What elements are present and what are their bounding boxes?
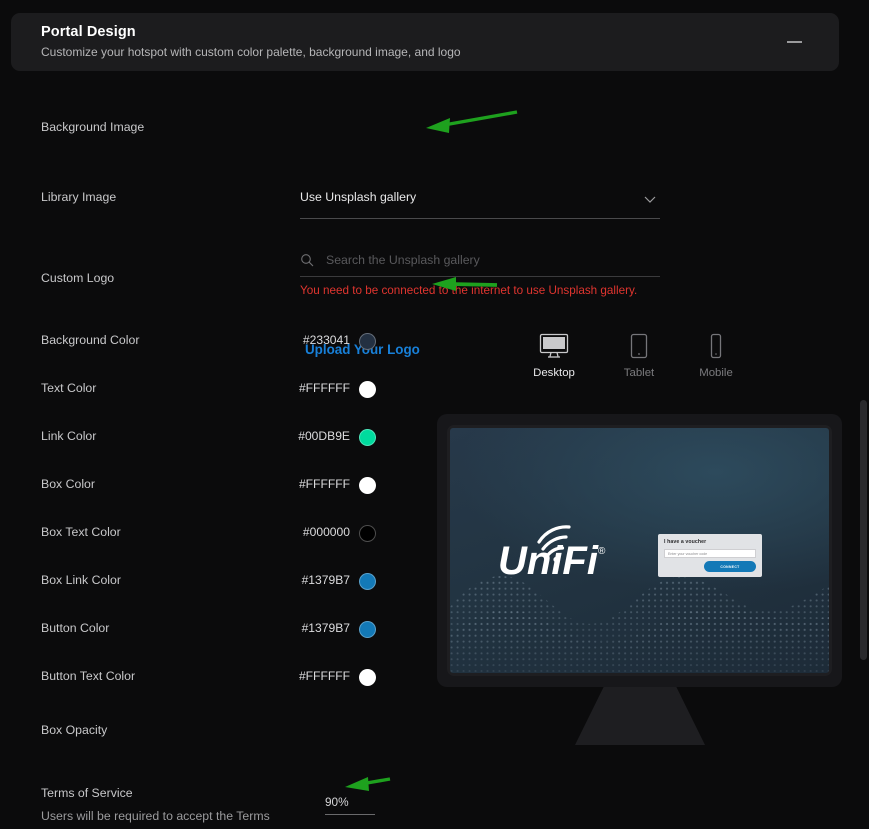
- device-tab-mobile-label: Mobile: [699, 367, 733, 379]
- label-link-color: Link Color: [41, 429, 97, 443]
- color-swatch-button-text-color[interactable]: [359, 669, 376, 686]
- unsplash-search-input[interactable]: Search the Unsplash gallery: [300, 251, 660, 277]
- color-field-background-color: #233041: [300, 333, 376, 353]
- color-swatch-button-color[interactable]: [359, 621, 376, 638]
- unsplash-search-placeholder: Search the Unsplash gallery: [326, 253, 480, 267]
- scrollbar-thumb[interactable]: [860, 400, 867, 660]
- background-image-select[interactable]: Use Unsplash gallery: [300, 189, 660, 219]
- color-field-box-color: #FFFFFF: [298, 477, 376, 497]
- page-subtitle: Customize your hotspot with custom color…: [41, 45, 461, 59]
- unsplash-error-message: You need to be connected to the internet…: [300, 284, 638, 297]
- color-swatch-box-color[interactable]: [359, 477, 376, 494]
- desktop-icon: [520, 330, 588, 362]
- label-box-text-color: Box Text Color: [41, 525, 121, 539]
- color-swatch-box-link-color[interactable]: [359, 573, 376, 590]
- color-hex-text-color: #FFFFFF: [298, 381, 350, 395]
- color-field-text-color: #FFFFFF: [298, 381, 376, 401]
- label-library-image: Library Image: [41, 190, 117, 204]
- color-swatch-link-color[interactable]: [359, 429, 376, 446]
- voucher-box: I have a voucher Enter your voucher code…: [658, 534, 762, 577]
- label-button-color: Button Color: [41, 621, 110, 635]
- minimize-button[interactable]: [785, 33, 803, 51]
- color-field-button-text-color: #FFFFFF: [298, 669, 376, 689]
- color-hex-button-color: #1379B7: [301, 621, 350, 635]
- minimize-icon: [786, 41, 802, 43]
- search-icon: [300, 253, 314, 267]
- mobile-icon: [682, 330, 750, 362]
- color-hex-link-color: #00DB9E: [298, 429, 350, 443]
- portal-preview-card: UniFi ® I have a voucher Enter your vouc…: [437, 414, 842, 687]
- page-title: Portal Design: [41, 24, 136, 40]
- color-swatch-text-color[interactable]: [359, 381, 376, 398]
- color-field-link-color: #00DB9E: [298, 429, 376, 449]
- monitor-bezel: UniFi ® I have a voucher Enter your vouc…: [447, 425, 832, 676]
- label-box-opacity: Box Opacity: [41, 723, 108, 737]
- color-swatch-background-color[interactable]: [359, 333, 376, 350]
- unifi-wordmark: UniFi: [498, 539, 599, 582]
- scrollbar-track[interactable]: [860, 78, 867, 823]
- voucher-connect-button[interactable]: CONNECT: [704, 561, 756, 572]
- color-hex-button-text-color: #FFFFFF: [298, 669, 350, 683]
- color-swatch-box-text-color[interactable]: [359, 525, 376, 542]
- header-texts: Portal Design Customize your hotspot wit…: [41, 23, 461, 60]
- portal-design-screen: Portal Design Customize your hotspot wit…: [0, 0, 869, 829]
- label-background-image: Background Image: [41, 120, 145, 134]
- label-text-color: Text Color: [41, 381, 97, 395]
- color-hex-background-color: #233041: [302, 333, 350, 347]
- label-custom-logo: Custom Logo: [41, 271, 115, 285]
- label-terms-of-service: Terms of Service: [41, 786, 133, 800]
- box-opacity-value: 90%: [325, 795, 349, 809]
- device-tab-desktop-label: Desktop: [533, 367, 575, 379]
- svg-text:®: ®: [598, 546, 606, 557]
- chevron-down-icon: [642, 191, 658, 207]
- unifi-logo: UniFi ®: [496, 520, 616, 582]
- color-field-button-color: #1379B7: [300, 621, 376, 641]
- device-tab-mobile[interactable]: Mobile: [682, 330, 750, 379]
- box-opacity-input[interactable]: 90%: [325, 793, 375, 815]
- terms-of-service-description: Users will be required to accept the Ter…: [41, 809, 270, 823]
- label-button-text-color: Button Text Color: [41, 669, 136, 683]
- voucher-title: I have a voucher: [664, 539, 707, 545]
- device-tab-tablet-label: Tablet: [623, 367, 655, 379]
- label-box-color: Box Color: [41, 477, 95, 491]
- color-hex-box-text-color: #000000: [302, 525, 350, 539]
- color-field-box-link-color: #1379B7: [300, 573, 376, 593]
- background-image-select-value: Use Unsplash gallery: [300, 190, 417, 204]
- tablet-icon: [605, 330, 673, 362]
- device-tab-desktop[interactable]: Desktop: [520, 330, 588, 379]
- label-box-link-color: Box Link Color: [41, 573, 121, 587]
- color-hex-box-color: #FFFFFF: [298, 477, 350, 491]
- device-tab-tablet[interactable]: Tablet: [605, 330, 673, 379]
- label-background-color: Background Color: [41, 333, 140, 347]
- portal-design-header: Portal Design Customize your hotspot wit…: [11, 13, 839, 71]
- voucher-code-input[interactable]: Enter your voucher code: [664, 549, 756, 558]
- color-hex-box-link-color: #1379B7: [301, 573, 350, 587]
- color-field-box-text-color: #000000: [300, 525, 376, 545]
- device-preview-tabs: Desktop Tablet Mobile: [520, 330, 760, 395]
- portal-preview-screen: UniFi ® I have a voucher Enter your vouc…: [450, 428, 829, 673]
